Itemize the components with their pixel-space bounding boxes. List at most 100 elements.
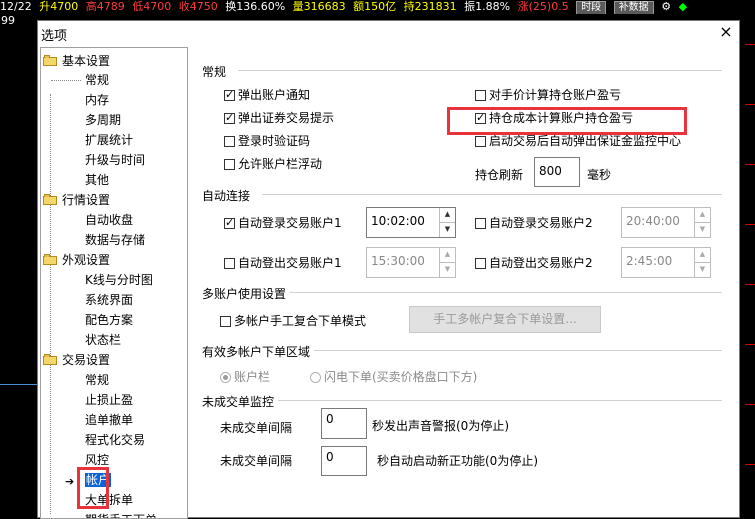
ticker-turnover: 换136.60% [225,0,286,13]
spin-up-icon[interactable]: ▲ [440,208,455,223]
spin-down-icon[interactable]: ▼ [695,223,710,238]
folder-icon [43,194,59,205]
axis-mark [745,224,755,225]
tree-item-other[interactable]: 其他 [85,171,109,189]
auto-logout-1-time[interactable]: 15:30:00 ▲ ▼ [366,247,456,278]
ticker-up: 升4700 [39,0,79,13]
axis-mark [745,404,755,405]
spin-down-icon[interactable]: ▼ [440,263,455,278]
radio-label: 账户栏 [234,370,271,384]
tree-item-chase-cancel[interactable]: 追单撤单 [85,411,133,429]
diamond-icon: ◆ [678,0,688,13]
checkbox-label: 允许账户栏浮动 [238,157,323,171]
axis-mark [745,44,755,45]
region-account-bar-radio[interactable]: 账户栏 [220,368,270,385]
tree-group-trading[interactable]: 交易设置 [43,351,110,369]
tree-item-ext-stats[interactable]: 扩展统计 [85,131,133,149]
auto-login-1-time[interactable]: 10:02:00 ▲ ▼ [366,207,456,238]
refresh-input[interactable]: 800 [534,157,580,187]
auto-login-2-checkbox[interactable]: 自动登录交易账户2 [475,215,593,231]
radio-selected-icon [220,372,231,383]
tree-item-system-ui[interactable]: 系统界面 [85,291,133,309]
checkbox-label: 弹出账户通知 [238,88,311,102]
section-divider [314,350,722,351]
tree-item-kline[interactable]: K线与分时图 [85,271,153,289]
unfilled-interval-1-input[interactable]: 0 [321,408,367,439]
tree-item-memory[interactable]: 内存 [85,91,109,109]
unfilled-interval-2-input[interactable]: 0 [321,446,367,476]
auto-login-1-checkbox[interactable]: 自动登录交易账户1 [224,215,342,231]
checkbox-label: 自动登录交易账户1 [238,216,342,230]
auto-logout-2-checkbox[interactable]: 自动登出交易账户2 [475,255,593,271]
tree-item-multiperiod[interactable]: 多周期 [85,111,121,129]
checkbox-label: 自动登出交易账户2 [489,256,593,270]
auto-logout-2-time[interactable]: 2:45:00 ▲ ▼ [621,247,711,278]
auto-login-2-time[interactable]: 20:40:00 ▲ ▼ [621,207,711,238]
time-value: 10:02:00 [371,214,425,228]
chart-line [0,384,37,385]
auto-logout-1-checkbox[interactable]: 自动登出交易账户1 [224,255,342,271]
tree-item-upgrade-time[interactable]: 升级与时间 [85,151,145,169]
dialog-title: 选项 [41,29,68,44]
section-unfilled-title: 未成交单监控 [202,395,275,409]
login-captcha-checkbox[interactable]: 登录时验证码 [224,133,310,149]
manual-price-pnl-checkbox[interactable]: 对手价计算持仓账户盈亏 [475,87,621,103]
close-button[interactable]: × [717,23,735,41]
tree-group-market[interactable]: 行情设置 [43,191,110,209]
refresh-unit: 毫秒 [587,168,612,182]
spin-down-icon[interactable]: ▼ [695,263,710,278]
tree-item-color-scheme[interactable]: 配色方案 [85,311,133,329]
radio-icon [310,372,321,383]
tree-group-label: 基本设置 [62,54,111,68]
tree-item-auto-close[interactable]: 自动收盘 [85,211,133,229]
multi-manual-mode-checkbox[interactable]: 多帐户手工复合下单模式 [220,313,366,329]
axis-mark [745,344,755,345]
tree-item-general[interactable]: 常规 [85,71,109,89]
tree-group-label: 行情设置 [62,193,111,207]
unfilled-interval-1-desc: 秒发出声音警报(0为停止) [372,419,509,433]
spin-down-icon[interactable]: ▼ [440,223,455,238]
checkbox-label: 对手价计算持仓账户盈亏 [489,88,622,102]
spin-up-icon[interactable]: ▲ [695,208,710,223]
auto-popup-margin-checkbox[interactable]: 启动交易后自动弹出保证金监控中心 [475,133,681,149]
supplement-data-button[interactable]: 补数据 [613,1,654,14]
axis-mark [745,104,755,105]
gear-icon[interactable]: ⚙ [661,0,671,13]
multi-settings-button[interactable]: 手工多帐户复合下单设置... [409,306,601,333]
dialog-titlebar: 选项 × [38,21,739,45]
checkbox-label: 多帐户手工复合下单模式 [234,314,367,328]
section-region-title: 有效多帐户下单区域 [202,345,311,359]
chart-right-strip [740,14,755,518]
unfilled-interval-1-label: 未成交单间隔 [220,421,293,435]
tree-group-appearance[interactable]: 外观设置 [43,251,110,269]
tree-guide [50,94,51,514]
axis-mark [745,164,755,165]
tree-item-status-bar[interactable]: 状态栏 [85,331,121,349]
popup-trade-tip-checkbox[interactable]: 弹出证券交易提示 [224,110,334,126]
section-divider [262,194,722,195]
checkbox-icon [220,316,231,327]
checkbox-icon [224,136,235,147]
section-general-title: 常规 [202,65,227,79]
checkbox-icon [475,136,486,147]
checkbox-icon [224,258,235,269]
radio-label: 闪电下单(买卖价格盘口下方) [324,370,478,384]
tree-guide [51,80,81,81]
tree-group-label: 交易设置 [62,353,111,367]
tree-item-data-storage[interactable]: 数据与存储 [85,231,145,249]
popup-account-notice-checkbox[interactable]: 弹出账户通知 [224,87,310,103]
tree-group-basic[interactable]: 基本设置 [43,52,110,70]
tree-group-label: 外观设置 [62,253,111,267]
spin-up-icon[interactable]: ▲ [440,248,455,263]
tree-item-trade-general[interactable]: 常规 [85,371,109,389]
checkbox-checked-icon [224,110,235,126]
time-value: 2:45:00 [626,254,673,268]
allow-float-checkbox[interactable]: 允许账户栏浮动 [224,156,322,172]
time-period-button[interactable]: 时段 [576,1,607,14]
tree-item-algo-trading[interactable]: 程式化交易 [85,431,145,449]
section-auto-connect-title: 自动连接 [202,189,251,203]
region-flash-order-radio[interactable]: 闪电下单(买卖价格盘口下方) [310,368,477,385]
axis-mark [745,464,755,465]
spin-up-icon[interactable]: ▲ [695,248,710,263]
tree-item-stop-loss[interactable]: 止损止盈 [85,391,133,409]
